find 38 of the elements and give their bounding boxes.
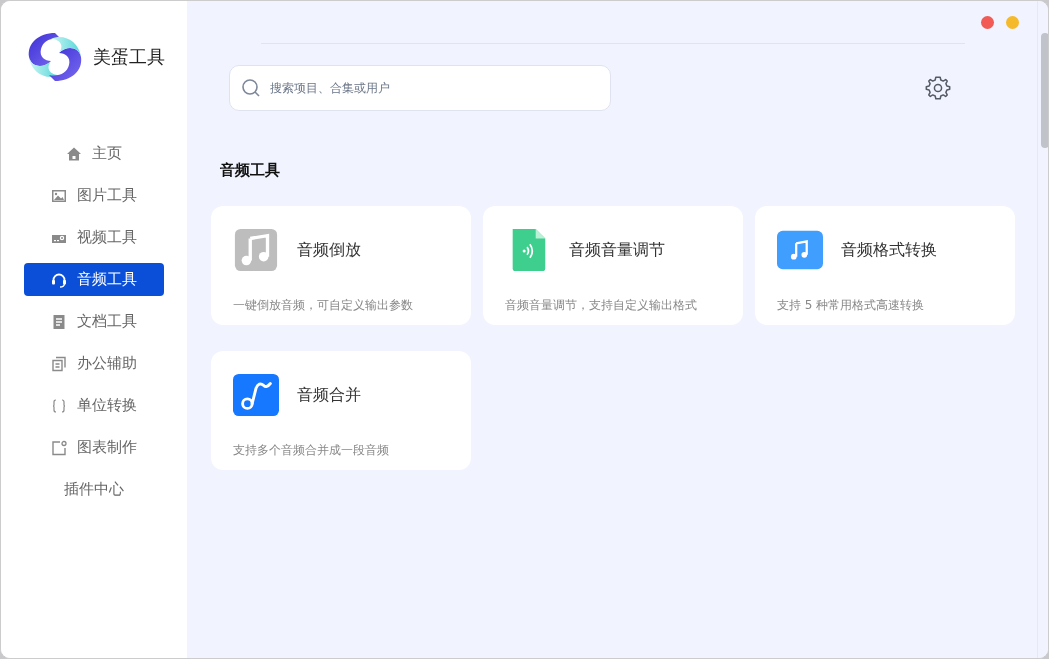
sidebar-item[interactable]: 文档工具 <box>24 305 164 338</box>
sidebar-item[interactable]: 办公辅助 <box>24 347 164 380</box>
sidebar-item[interactable]: 图表制作 <box>24 431 164 464</box>
card-title: 音频格式转换 <box>841 239 937 261</box>
document-icon <box>51 313 67 330</box>
tool-card[interactable]: 音频音量调节 音频音量调节，支持自定义输出格式 <box>483 206 743 325</box>
sidebar-item[interactable]: 主页 <box>24 137 164 170</box>
sidebar-item[interactable]: 视频工具 <box>24 221 164 254</box>
tool-card[interactable]: 音频倒放 一键倒放音频，可自定义输出参数 <box>211 206 471 325</box>
card-description: 音频音量调节，支持自定义输出格式 <box>505 297 698 314</box>
sidebar-item[interactable]: 图片工具 <box>24 179 164 212</box>
scroll-thumb[interactable] <box>1041 33 1048 148</box>
image-icon <box>51 187 67 204</box>
copy-icon <box>51 355 67 372</box>
sidebar-item[interactable]: 单位转换 <box>24 389 164 422</box>
chart-icon <box>51 439 67 456</box>
scrollbar[interactable] <box>1037 1 1048 658</box>
card-title: 音频倒放 <box>297 239 361 261</box>
card-title: 音频合并 <box>297 384 361 406</box>
card-description: 支持多个音频合并成一段音频 <box>233 442 390 459</box>
sidebar-item[interactable]: 插件中心 <box>24 473 164 506</box>
tool-card[interactable]: 音频格式转换 支持 5 种常用格式高速转换 <box>755 206 1015 325</box>
app-name: 美蛋工具 <box>93 45 165 69</box>
headset-icon <box>51 271 67 288</box>
music-note-icon <box>233 227 279 273</box>
card-description: 一键倒放音频，可自定义输出参数 <box>233 297 414 314</box>
home-icon <box>66 145 82 162</box>
search-field[interactable]: 搜索项目、合集或用户 <box>229 65 611 111</box>
minimize-dot[interactable] <box>1006 16 1019 29</box>
card-title: 音频音量调节 <box>569 239 665 261</box>
card-description: 支持 5 种常用格式高速转换 <box>777 297 926 314</box>
braces-icon <box>51 397 67 414</box>
wave-note-icon <box>233 372 279 418</box>
sidebar-item[interactable]: 音频工具 <box>24 263 164 296</box>
close-dot[interactable] <box>981 16 994 29</box>
section-title: 音频工具 <box>220 161 281 180</box>
tool-card[interactable]: 音频合并 支持多个音频合并成一段音频 <box>211 351 471 470</box>
settings-icon[interactable] <box>925 75 951 101</box>
